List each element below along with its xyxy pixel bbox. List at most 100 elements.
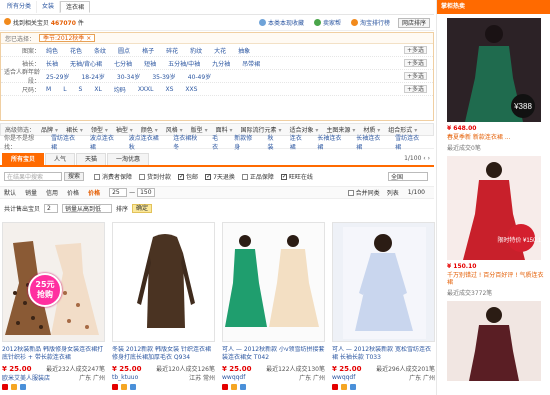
- sidebar-product-image[interactable]: ¥388: [447, 18, 541, 122]
- filter-option[interactable]: XS: [166, 86, 174, 93]
- sort-price-active[interactable]: 价格: [88, 188, 100, 197]
- suggestion-tag[interactable]: 连衣裙: [290, 133, 307, 151]
- shop-link[interactable]: tb_ktuuo: [112, 374, 138, 381]
- price-max-input[interactable]: 150: [137, 188, 156, 197]
- suggestion-tag[interactable]: 连衣裙秋冬: [173, 133, 201, 151]
- filter-option[interactable]: 格子: [142, 46, 154, 55]
- sort-default[interactable]: 默认: [4, 188, 16, 197]
- in-result-search-button[interactable]: 搜索: [64, 172, 85, 181]
- filter-option[interactable]: S: [79, 86, 83, 93]
- product-card[interactable]: 可人 — 2012秋装新款 宽松雪纺连衣裙 长袖长款 T033 ¥ 25.00 最…: [332, 222, 435, 395]
- suggestion-tag[interactable]: 新款修身: [234, 133, 256, 151]
- taobao-ranking-link[interactable]: 淘宝排行榜: [350, 18, 390, 27]
- filter-option[interactable]: 均码: [114, 85, 126, 94]
- multi-select-button[interactable]: +多选: [403, 85, 427, 93]
- selected-filter-chip[interactable]: 季节:2012秋季 ×: [39, 34, 96, 42]
- filter-option[interactable]: 18-24岁: [81, 72, 104, 81]
- tab-tmall[interactable]: 天猫: [76, 153, 107, 165]
- filter-option[interactable]: 豹纹: [190, 46, 202, 55]
- location-select[interactable]: 全国: [388, 172, 428, 181]
- nav-tab-womens[interactable]: 女装: [37, 1, 61, 13]
- in-result-search-input[interactable]: 在结果中搜索: [4, 172, 62, 181]
- filter-option[interactable]: 无袖/背心裙: [70, 59, 102, 68]
- suggestion-tag[interactable]: 长袖连衣裙: [317, 133, 345, 151]
- filter-option[interactable]: 35-39岁: [152, 72, 175, 81]
- sidebar-product-desc[interactable]: 千万别错过 ! 百分百好评 ! 气质连衣裙: [441, 272, 546, 286]
- product-image[interactable]: [222, 222, 325, 342]
- filter-option[interactable]: 吊带裙: [242, 59, 260, 68]
- filter-option[interactable]: XL: [94, 86, 101, 93]
- product-card[interactable]: 可人 — 2012秋新款 小v领雪纺拼接套装连衣裙女 T042 ¥ 25.00 最…: [222, 222, 325, 395]
- filter-option[interactable]: 花色: [70, 46, 82, 55]
- seller-help-link[interactable]: 卖家帮: [313, 18, 341, 27]
- checkbox-7day-return[interactable]: 7天退换: [205, 172, 235, 181]
- sort-sales[interactable]: 销量: [25, 188, 37, 197]
- sort-credit[interactable]: 信用: [46, 188, 58, 197]
- filter-option[interactable]: 九分袖: [212, 59, 230, 68]
- sidebar-product-desc[interactable]: 春夏季新 新款连衣裙 ...: [441, 134, 546, 141]
- sidebar-product[interactable]: [437, 297, 550, 381]
- filter-option[interactable]: 抽象: [238, 46, 250, 55]
- suggestion-tag[interactable]: 波点连衣裙秋: [129, 133, 162, 151]
- view-select[interactable]: 网店排序: [397, 17, 430, 28]
- filter-option[interactable]: 条纹: [94, 46, 106, 55]
- sidebar-product-image[interactable]: 限时特价 ¥150.10: [447, 156, 541, 260]
- filter-option[interactable]: 40-49岁: [188, 72, 211, 81]
- filter-option[interactable]: M: [46, 86, 51, 93]
- nav-tab-dresses[interactable]: 连衣裙: [60, 1, 91, 13]
- shop-link[interactable]: wwqqdf: [332, 374, 355, 381]
- filter-option[interactable]: 碎花: [166, 46, 178, 55]
- product-card[interactable]: 25元 抢购 2012秋装新品 韩版修身女装连衣裙打底针织衫 + 带长款连衣裙 ¥…: [2, 222, 105, 395]
- filter-option[interactable]: 五分袖/中袖: [168, 59, 200, 68]
- checkbox-genuine[interactable]: 正品保障: [241, 172, 274, 181]
- filter-option[interactable]: 纯色: [46, 46, 58, 55]
- product-card[interactable]: 冬装 2012新款 韩版女装 针织连衣裙修身打底长裙加厚毛衣 Q934 ¥ 25…: [112, 222, 215, 395]
- product-image[interactable]: 25元 抢购: [2, 222, 105, 342]
- filter-option[interactable]: 短袖: [144, 59, 156, 68]
- sidebar-product[interactable]: 限时特价 ¥150.10 ¥ 150.10 千万别错过 ! 百分百好评 ! 气质…: [437, 152, 550, 297]
- product-title[interactable]: 冬装 2012新款 韩版女装 针织连衣裙修身打底长裙加厚毛衣 Q934: [112, 346, 215, 362]
- checkbox-merge-similar[interactable]: 合并同类: [347, 188, 380, 197]
- page-indicator[interactable]: 1/100 ‹ ›: [404, 153, 430, 165]
- suggestion-tag[interactable]: 毛衣: [212, 133, 223, 151]
- sold-count-input[interactable]: 2: [44, 204, 59, 213]
- filter-option[interactable]: 七分袖: [114, 59, 132, 68]
- sidebar-product[interactable]: ¥388 ¥ 648.00 春夏季新 新款连衣裙 ... 最近成交0笔: [437, 14, 550, 152]
- filter-option[interactable]: 25-29岁: [46, 72, 69, 81]
- shop-link[interactable]: 欧米艾美人服装店: [2, 373, 50, 382]
- multi-select-button[interactable]: +多选: [403, 46, 427, 54]
- product-image[interactable]: [332, 222, 435, 342]
- multi-select-button[interactable]: +多选: [403, 59, 427, 67]
- tab-popularity[interactable]: 人气: [45, 153, 76, 165]
- filter-option[interactable]: 30-34岁: [117, 72, 140, 81]
- sort-price[interactable]: 价格: [67, 188, 79, 197]
- filter-option[interactable]: XXS: [185, 86, 197, 93]
- view-toggle[interactable]: 列表: [387, 188, 399, 197]
- product-title[interactable]: 可人 — 2012秋装新款 宽松雪纺连衣裙 长袖长款 T033: [332, 346, 435, 362]
- filter-option[interactable]: XXXL: [138, 86, 154, 93]
- checkbox-consumer-protection[interactable]: 消费者保障: [94, 172, 132, 181]
- checkbox-cod[interactable]: 货到付款: [139, 172, 171, 181]
- product-image[interactable]: [112, 222, 215, 342]
- suggestion-tag[interactable]: 雪纺连衣裙: [51, 133, 79, 151]
- tab-all-items[interactable]: 所有宝贝: [2, 153, 45, 165]
- multi-select-button[interactable]: +多选: [403, 72, 427, 80]
- price-min-input[interactable]: 25: [109, 188, 128, 197]
- suggestion-tag[interactable]: 秋装: [268, 133, 279, 151]
- suggestion-tag[interactable]: 雪纺连衣裙: [395, 133, 423, 151]
- tab-etao-deals[interactable]: 一淘优惠: [107, 153, 150, 165]
- shop-link[interactable]: wwqqdf: [222, 374, 245, 381]
- filter-option[interactable]: L: [63, 86, 66, 93]
- product-title[interactable]: 2012秋装新品 韩版修身女装连衣裙打底针织衫 + 带长款连衣裙: [2, 346, 105, 362]
- suggestion-tag[interactable]: 长袖连衣裙: [356, 133, 384, 151]
- product-title[interactable]: 可人 — 2012秋新款 小v领雪纺拼接套装连衣裙女 T042: [222, 346, 325, 362]
- suggestion-tag[interactable]: 波点连衣裙: [90, 133, 118, 151]
- checkbox-free-shipping[interactable]: 包邮: [178, 172, 198, 181]
- sold-order-select[interactable]: 销量从高到低: [62, 204, 113, 213]
- filter-option[interactable]: 大花: [214, 46, 226, 55]
- filter-option[interactable]: 长袖: [46, 59, 58, 68]
- filter-option[interactable]: 圆点: [118, 46, 130, 55]
- checkbox-online[interactable]: 旺旺在线: [280, 172, 313, 181]
- nav-tab-all-categories[interactable]: 所有分类: [2, 1, 38, 13]
- sidebar-product-image[interactable]: [447, 301, 541, 381]
